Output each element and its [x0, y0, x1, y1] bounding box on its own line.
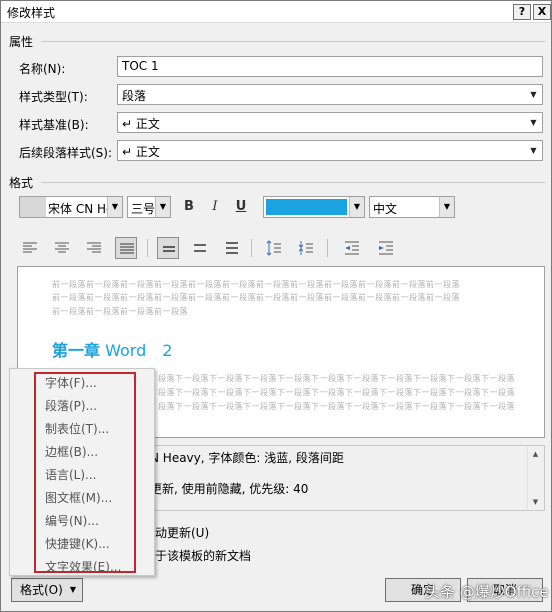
increase-spacing-icon[interactable]: [263, 237, 285, 259]
one-half-spacing-icon[interactable]: [189, 237, 211, 259]
font-color-swatch: [266, 199, 347, 215]
font-preview-swatch: [20, 197, 46, 217]
menu-item-language[interactable]: 语言(L)...: [45, 466, 97, 483]
preview-heading: 第一章 Word 2: [52, 337, 172, 361]
menu-item-numbering[interactable]: 编号(N)...: [45, 512, 99, 529]
description-scrollbar[interactable]: ▲ ▼: [527, 447, 543, 509]
description-line: N Heavy, 字体颜色: 浅蓝, 段落间距: [150, 451, 344, 465]
preview-next-paragraph: 段落下一段落下一段落下一段落下一段落下一段落下一段落下一段落下一段落下一段落下一…: [158, 388, 515, 397]
style-type-value: 段落: [122, 89, 147, 103]
title-bar: 修改样式 ? X: [1, 1, 551, 23]
based-on-select[interactable]: ↵ 正文 ▼: [117, 112, 543, 133]
style-type-select[interactable]: 段落 ▼: [117, 84, 543, 105]
menu-item-border[interactable]: 边框(B)...: [45, 443, 98, 460]
preview-next-paragraph: 段落下一段落下一段落下一段落下一段落下一段落下一段落下一段落下一段落下一段落下一…: [158, 374, 515, 383]
language-value: 中文: [373, 202, 398, 216]
based-on-value: ↵ 正文: [122, 117, 160, 131]
justify-icon[interactable]: [115, 237, 137, 259]
style-type-label: 样式类型(T):: [19, 90, 88, 104]
menu-item-font[interactable]: 字体(F)...: [45, 374, 97, 391]
menu-item-text-effects[interactable]: 文字效果(E)...: [45, 558, 121, 575]
modify-style-dialog: 修改样式 ? X 属性 名称(N): TOC 1 样式类型(T): 段落 ▼ 样…: [0, 0, 552, 612]
preview-heading-title: Word 2: [100, 341, 173, 360]
chevron-down-icon: ▼: [69, 585, 76, 594]
single-spacing-icon[interactable]: [157, 237, 179, 259]
menu-item-paragraph[interactable]: 段落(P)...: [45, 397, 97, 414]
based-on-label: 样式基准(B):: [19, 118, 89, 132]
name-label: 名称(N):: [19, 62, 66, 76]
dialog-title: 修改样式: [7, 6, 56, 20]
chevron-down-icon[interactable]: ▼: [155, 197, 170, 217]
double-spacing-icon[interactable]: [221, 237, 243, 259]
chevron-down-icon[interactable]: ▼: [349, 197, 364, 217]
auto-update-option[interactable]: 动更新(U): [155, 524, 209, 541]
chevron-down-icon[interactable]: ▼: [107, 197, 122, 217]
close-button[interactable]: X: [533, 4, 551, 20]
align-left-icon[interactable]: [19, 237, 41, 259]
decrease-indent-icon[interactable]: [341, 237, 363, 259]
preview-previous-paragraph: 前一段落前一段落前一段落前一段落前一段落前一段落前一段落前一段落前一段落前一段落…: [52, 293, 460, 302]
scroll-up-icon[interactable]: ▲: [528, 447, 543, 461]
increase-indent-icon[interactable]: [375, 237, 397, 259]
name-input[interactable]: TOC 1: [117, 56, 543, 77]
italic-button[interactable]: I: [205, 197, 225, 217]
language-select[interactable]: 中文 ▼: [369, 196, 455, 218]
next-style-value: ↵ 正文: [122, 145, 160, 159]
chevron-down-icon[interactable]: ▼: [526, 114, 541, 131]
toolbar-divider: [327, 239, 328, 257]
format-menu-button[interactable]: 格式(O) ▼: [11, 578, 83, 602]
help-button[interactable]: ?: [513, 4, 531, 20]
properties-section-label: 属性: [9, 35, 34, 49]
underline-button[interactable]: U: [231, 197, 251, 217]
toolbar-divider: [147, 239, 148, 257]
watermark: 头条 @爆炒Office: [425, 583, 549, 601]
preview-heading-chapter: 第一章: [52, 341, 101, 360]
bold-button[interactable]: B: [179, 197, 199, 217]
menu-item-tabs[interactable]: 制表位(T)...: [45, 420, 109, 437]
scroll-down-icon[interactable]: ▼: [528, 495, 543, 509]
formatting-divider: [41, 182, 545, 183]
formatting-section-label: 格式: [9, 176, 34, 190]
new-documents-option[interactable]: 于该模板的新文档: [155, 547, 251, 564]
menu-item-shortcut-key[interactable]: 快捷键(K)...: [45, 535, 110, 552]
font-color-select[interactable]: ▼: [263, 196, 365, 218]
format-button-label: 格式(O): [20, 583, 63, 597]
preview-next-paragraph: 段落下一段落下一段落下一段落下一段落下一段落下一段落下一段落下一段落下一段落下一…: [158, 402, 515, 411]
chevron-down-icon[interactable]: ▼: [439, 197, 454, 217]
toolbar-divider: [251, 239, 252, 257]
menu-item-frame[interactable]: 图文框(M)...: [45, 489, 112, 506]
chevron-down-icon[interactable]: ▼: [526, 86, 541, 103]
align-right-icon[interactable]: [83, 237, 105, 259]
chevron-down-icon[interactable]: ▼: [526, 142, 541, 159]
format-dropdown-menu: 字体(F)... 段落(P)... 制表位(T)... 边框(B)... 语言(…: [9, 368, 155, 576]
font-size-value: 三号: [131, 202, 156, 216]
properties-divider: [41, 41, 545, 42]
font-toolbar: 宋体 CN He ▼ 三号 ▼ B I U ▼ 中文 ▼: [19, 196, 549, 220]
font-size-select[interactable]: 三号 ▼: [127, 196, 171, 218]
description-line: 更新, 使用前隐藏, 优先级: 40: [150, 482, 309, 496]
preview-previous-paragraph: 前一段落前一段落前一段落前一段落前一段落前一段落前一段落前一段落前一段落前一段落…: [52, 280, 460, 289]
paragraph-toolbar: [19, 237, 539, 259]
align-center-icon[interactable]: [51, 237, 73, 259]
preview-previous-paragraph: 前一段落前一段落前一段落前一段落: [52, 307, 188, 316]
decrease-spacing-icon[interactable]: [295, 237, 317, 259]
font-value: 宋体 CN He: [48, 202, 114, 216]
next-style-label: 后续段落样式(S):: [19, 146, 113, 160]
next-style-select[interactable]: ↵ 正文 ▼: [117, 140, 543, 161]
font-select[interactable]: 宋体 CN He ▼: [19, 196, 123, 218]
